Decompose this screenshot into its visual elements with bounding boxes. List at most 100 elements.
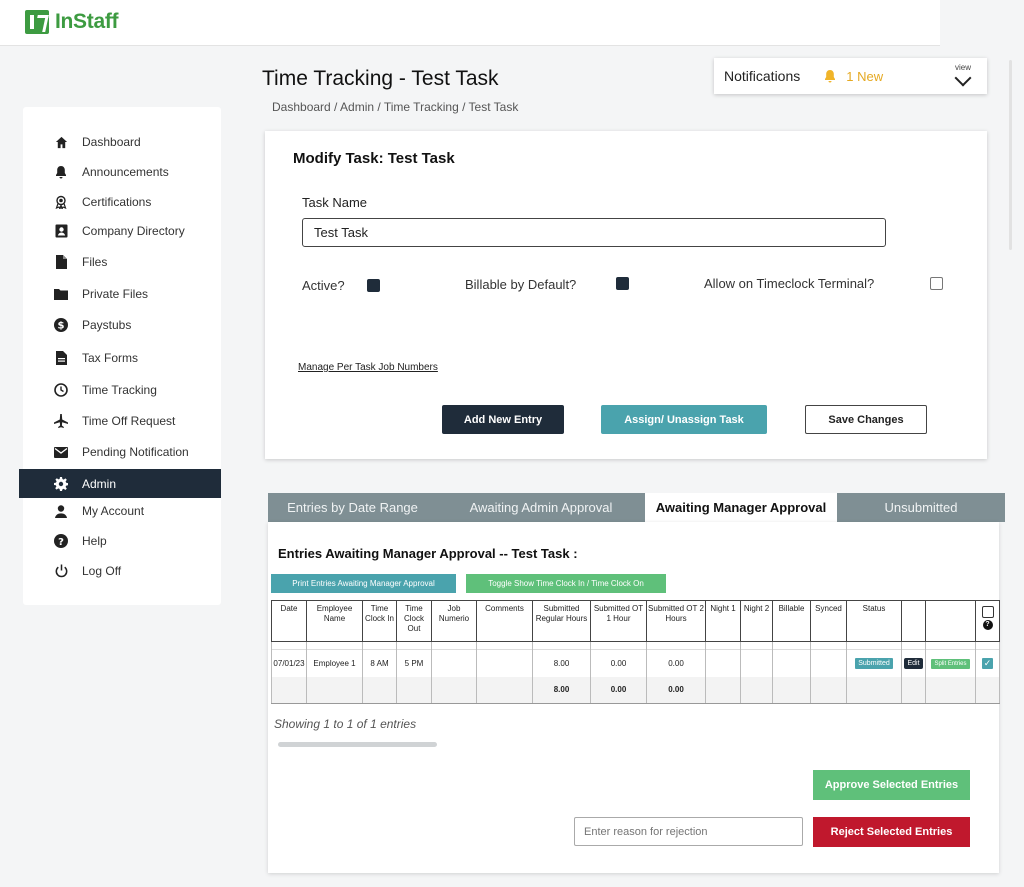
sidebar-item-paystubs[interactable]: $ Paystubs (23, 311, 221, 339)
person-icon (54, 504, 68, 518)
sidebar-item-label: Paystubs (82, 318, 132, 332)
notifications-label: Notifications (724, 68, 801, 84)
timeclock-label: Allow on Timeclock Terminal? (704, 276, 875, 291)
col-employee-name[interactable]: Employee Name (306, 600, 363, 642)
col-time-clock-in[interactable]: Time Clock In (362, 600, 397, 642)
col-status[interactable]: Status (846, 600, 902, 642)
folder-icon (54, 287, 68, 301)
tab-unsubmitted[interactable]: Unsubmitted (837, 493, 1005, 522)
help-icon: ? (54, 534, 68, 548)
breadcrumb[interactable]: Dashboard / Admin / Time Tracking / Test… (272, 100, 518, 114)
cell-date: 07/01/23 (271, 649, 307, 677)
notifications-count: 1 New (846, 68, 884, 84)
cell-regular: 8.00 (532, 649, 591, 677)
col-select: ? (975, 600, 1000, 642)
split-entries-button[interactable]: Split Entries (931, 658, 970, 669)
sidebar-item-time-tracking[interactable]: Time Tracking (23, 376, 221, 404)
bell-icon (824, 69, 836, 83)
row-select-checkbox[interactable]: ✓ (982, 657, 993, 669)
sidebar-item-time-off-request[interactable]: Time Off Request (23, 407, 221, 435)
table-horizontal-scrollbar[interactable] (278, 742, 437, 747)
sidebar-item-dashboard[interactable]: Dashboard (23, 128, 221, 156)
col-time-clock-out[interactable]: Time Clock Out (396, 600, 432, 642)
active-checkbox[interactable] (367, 279, 380, 292)
sidebar-item-pending-notification[interactable]: Pending Notification (23, 438, 221, 466)
print-entries-button[interactable]: Print Entries Awaiting Manager Approval (271, 574, 456, 593)
table-row[interactable]: 07/01/23 Employee 1 8 AM 5 PM 8.00 0.00 … (271, 649, 1000, 677)
edit-button[interactable]: Edit (904, 657, 923, 669)
sidebar-item-certifications[interactable]: Certifications (23, 188, 221, 216)
help-icon[interactable]: ? (982, 620, 993, 630)
sidebar-item-company-directory[interactable]: Company Directory (23, 217, 221, 245)
cell-job (431, 649, 477, 677)
modify-task-title: Modify Task: Test Task (293, 150, 455, 167)
instaff-logo[interactable]: InStaff (25, 10, 119, 34)
manage-job-numbers-link[interactable]: Manage Per Task Job Numbers (298, 362, 438, 373)
page-title-sub: Test Task (411, 67, 499, 90)
assign-task-button[interactable]: Assign/ Unassign Task (601, 405, 767, 434)
col-job-number[interactable]: Job Numerio (431, 600, 477, 642)
document-icon (54, 351, 68, 365)
cell-split: Split Entries (925, 649, 976, 677)
col-synced[interactable]: Synced (810, 600, 847, 642)
toggle-time-clock-button[interactable]: Toggle Show Time Clock In / Time Clock O… (466, 574, 666, 593)
entries-panel: Entries Awaiting Manager Approval -- Tes… (268, 522, 1000, 873)
sidebar-item-my-account[interactable]: My Account (23, 497, 221, 525)
sidebar-item-label: My Account (82, 504, 145, 518)
col-night2[interactable]: Night 2 (740, 600, 773, 642)
cell-night1 (705, 649, 741, 677)
dollar-icon: $ (54, 318, 68, 332)
billable-checkbox[interactable] (616, 277, 629, 290)
notifications-view-toggle[interactable]: view (954, 63, 972, 87)
col-split (925, 600, 976, 642)
sidebar-item-log-off[interactable]: Log Off (23, 557, 221, 585)
tab-awaiting-admin-approval[interactable]: Awaiting Admin Approval (437, 493, 645, 522)
cell-select: ✓ (975, 649, 1000, 677)
tab-awaiting-manager-approval[interactable]: Awaiting Manager Approval (645, 493, 837, 522)
table-showing-info: Showing 1 to 1 of 1 entries (274, 717, 417, 731)
sidebar-item-announcements[interactable]: Announcements (23, 158, 221, 186)
svg-text:$: $ (58, 321, 65, 332)
cell-clock-in: 8 AM (362, 649, 397, 677)
total-regular: 8.00 (532, 676, 591, 704)
approve-selected-button[interactable]: Approve Selected Entries (813, 770, 970, 800)
page-title: Time Tracking - Test Task (262, 67, 499, 91)
status-badge[interactable]: Submitted (855, 657, 893, 669)
sidebar-item-tax-forms[interactable]: Tax Forms (23, 344, 221, 372)
save-changes-button[interactable]: Save Changes (805, 405, 927, 434)
sidebar-item-admin[interactable]: Admin (19, 469, 221, 498)
rejection-reason-input[interactable] (574, 817, 803, 846)
tab-entries-by-date-range[interactable]: Entries by Date Range (268, 493, 437, 522)
award-icon (54, 195, 68, 209)
col-submitted-ot1[interactable]: Submitted OT 1 Hour (590, 600, 647, 642)
page-scrollbar[interactable] (1009, 60, 1012, 250)
reject-selected-button[interactable]: Reject Selected Entries (813, 817, 970, 847)
task-name-label: Task Name (302, 195, 368, 210)
cell-status: Submitted (846, 649, 902, 677)
contact-card-icon (54, 224, 68, 238)
home-icon (54, 135, 68, 149)
col-date[interactable]: Date (271, 600, 307, 642)
cell-edit: Edit (901, 649, 926, 677)
add-new-entry-button[interactable]: Add New Entry (442, 405, 564, 434)
task-name-input[interactable] (302, 218, 886, 247)
entries-table: Date Employee Name Time Clock In Time Cl… (271, 600, 1000, 704)
sidebar-item-private-files[interactable]: Private Files (23, 280, 221, 308)
col-edit (901, 600, 926, 642)
sidebar-item-help[interactable]: ? Help (23, 527, 221, 555)
sidebar-item-files[interactable]: Files (23, 248, 221, 276)
col-submitted-regular-hours[interactable]: Submitted Regular Hours (532, 600, 591, 642)
notifications-panel[interactable]: Notifications 1 New view (714, 58, 987, 94)
gear-icon (54, 476, 68, 491)
cell-employee: Employee 1 (306, 649, 363, 677)
col-submitted-ot2[interactable]: Submitted OT 2 Hours (646, 600, 706, 642)
timeclock-checkbox[interactable] (930, 277, 943, 290)
select-all-checkbox[interactable] (981, 606, 994, 618)
top-bar: InStaff (0, 0, 940, 46)
col-night1[interactable]: Night 1 (705, 600, 741, 642)
col-comments[interactable]: Comments (476, 600, 533, 642)
svg-text:?: ? (58, 537, 64, 548)
sidebar-item-label: Announcements (82, 165, 169, 179)
col-billable[interactable]: Billable (772, 600, 811, 642)
sidebar-item-label: Time Tracking (82, 383, 157, 397)
